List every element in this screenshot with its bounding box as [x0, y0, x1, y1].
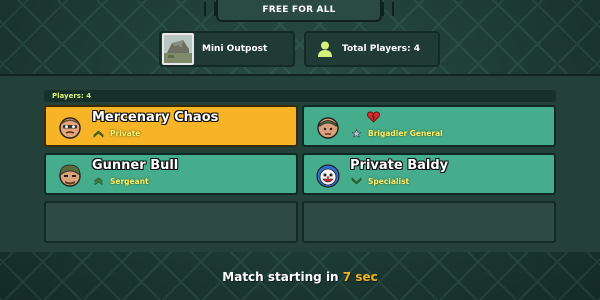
player-avatar	[317, 117, 339, 139]
player-slot-1[interactable]: Mercenary Chaos Private	[44, 105, 298, 147]
empty-player-slot	[302, 201, 556, 243]
empty-player-slot	[44, 201, 298, 243]
player-name: Mercenary Chaos	[92, 110, 219, 125]
player-rank-label: Sergeant	[110, 177, 149, 186]
player-avatar	[316, 164, 340, 188]
player-name: Private Baldy	[350, 158, 449, 173]
game-mode-banner: FREE FOR ALL	[204, 0, 394, 22]
person-icon	[318, 41, 332, 57]
player-name: Gunner Bull	[92, 158, 179, 173]
star-icon	[351, 129, 362, 138]
total-players-count: 4	[413, 44, 420, 54]
broken-heart-icon	[367, 111, 380, 123]
player-slot-3[interactable]: Gunner Bull Sergeant	[44, 153, 298, 195]
player-avatar	[59, 164, 81, 187]
player-rank: Sergeant	[93, 177, 149, 186]
player-rank-label: Private	[110, 129, 141, 138]
player-avatar	[59, 117, 81, 139]
game-mode-label: FREE FOR ALL	[262, 5, 336, 15]
countdown-seconds: 7 sec	[342, 270, 378, 284]
player-rank: Specialist	[351, 177, 409, 186]
player-slot-4[interactable]: Private Baldy Specialist	[302, 153, 556, 195]
map-info: Mini Outpost	[159, 31, 295, 67]
player-rank-label: Specialist	[368, 177, 410, 186]
player-rank: Brigadier General	[351, 129, 443, 138]
player-slot-2[interactable]: Brigadier General	[302, 105, 556, 147]
total-players-info: Total Players: 4	[304, 31, 440, 67]
total-players-label: Total Players:	[342, 44, 411, 54]
player-rank-label: Brigadier General	[368, 129, 443, 138]
specialist-chevron-icon	[351, 177, 362, 185]
map-name: Mini Outpost	[202, 44, 268, 54]
private-chevron-icon	[93, 130, 104, 138]
player-rank: Private	[93, 129, 140, 138]
countdown-prefix: Match starting in	[222, 270, 339, 284]
match-countdown: Match starting in 7 sec	[0, 270, 600, 284]
players-count-header: Players: 4	[44, 90, 556, 102]
sergeant-chevron-icon	[94, 177, 103, 186]
map-thumbnail	[162, 33, 194, 65]
